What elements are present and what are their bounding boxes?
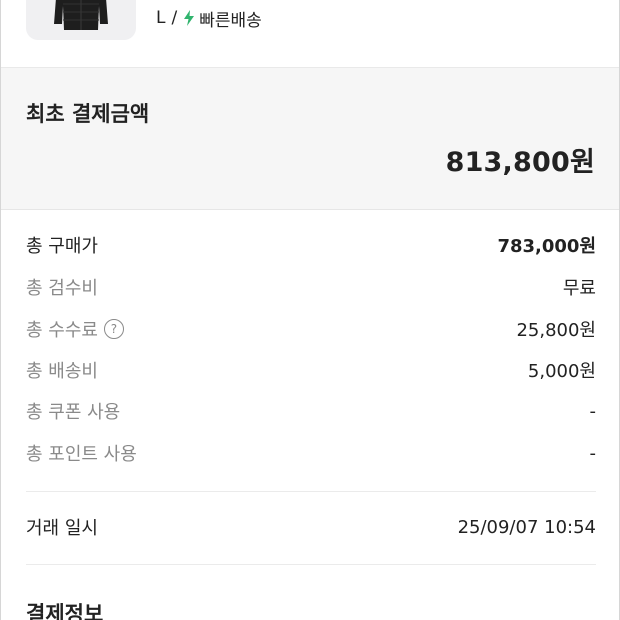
option-separator: / xyxy=(171,8,178,28)
total-points-row: 총 포인트 사용 - xyxy=(26,439,596,467)
payment-info-title: 결제정보 xyxy=(26,602,104,620)
total-inspection-fee-label: 총 검수비 xyxy=(26,278,98,299)
total-coupon-label: 총 쿠폰 사용 xyxy=(26,402,121,423)
initial-payment-amount: 813,800원 xyxy=(445,147,595,178)
total-shipping-fee-label: 총 배송비 xyxy=(26,361,98,382)
total-purchase-price-value: 783,000원 xyxy=(497,236,596,257)
trade-datetime-row: 거래 일시 25/09/07 10:54 xyxy=(26,513,596,541)
section-divider xyxy=(26,564,596,565)
total-shipping-fee-row: 총 배송비 5,000원 xyxy=(26,356,596,384)
initial-payment-section: 최초 결제금액 813,800원 xyxy=(1,68,619,210)
total-commission-value: 25,800원 xyxy=(516,320,596,341)
product-option: L / 빠른배송 xyxy=(156,5,262,31)
product-thumbnail[interactable] xyxy=(26,0,136,40)
total-purchase-price-label: 총 구매가 xyxy=(26,236,98,257)
total-inspection-fee-row: 총 검수비 무료 xyxy=(26,273,596,301)
jacket-image xyxy=(54,0,108,30)
section-divider xyxy=(26,491,596,492)
trade-datetime-value: 25/09/07 10:54 xyxy=(457,516,596,538)
question-circle-icon[interactable]: ? xyxy=(103,319,124,339)
lightning-bolt-icon xyxy=(184,10,195,26)
shipping-type-label: 빠른배송 xyxy=(199,10,262,31)
trade-datetime-label: 거래 일시 xyxy=(26,518,98,539)
transaction-detail-page: L / 빠른배송 최초 결제금액 813,800원 총 구매가 783,000원… xyxy=(0,0,620,620)
total-points-value: - xyxy=(589,442,597,464)
total-purchase-price-row: 총 구매가 783,000원 xyxy=(26,231,596,259)
total-coupon-row: 총 쿠폰 사용 - xyxy=(26,397,596,425)
total-points-label: 총 포인트 사용 xyxy=(26,444,137,465)
total-coupon-value: - xyxy=(589,400,597,422)
product-summary[interactable]: L / 빠른배송 xyxy=(1,0,619,68)
total-commission-label-group: 총 수수료 ? xyxy=(26,316,124,342)
initial-payment-label: 최초 결제금액 xyxy=(26,102,150,126)
total-shipping-fee-value: 5,000원 xyxy=(527,361,596,382)
total-commission-label: 총 수수료 xyxy=(26,320,98,341)
total-commission-row: 총 수수료 ? 25,800원 xyxy=(26,315,596,343)
total-inspection-fee-value: 무료 xyxy=(562,278,596,299)
product-size: L xyxy=(156,8,166,28)
